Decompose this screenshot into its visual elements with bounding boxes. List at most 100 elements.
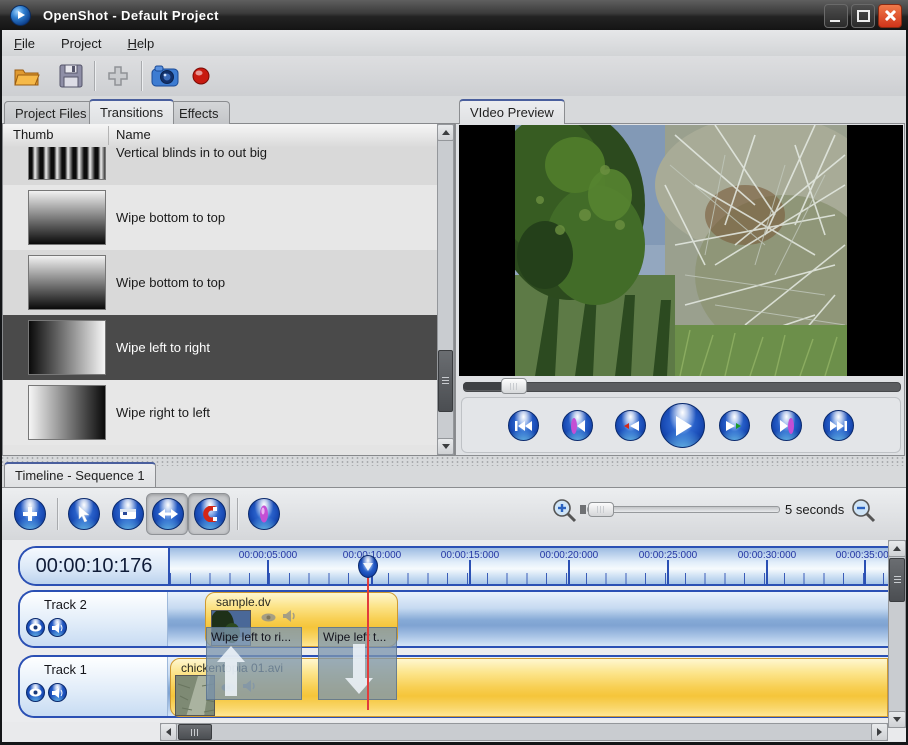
add-track-button[interactable] — [14, 498, 46, 530]
close-button[interactable] — [878, 4, 902, 28]
video-still-image — [515, 125, 847, 376]
add-file-icon — [106, 64, 130, 88]
ruler-scale[interactable]: 00:00:05:000 00:00:10:000 00:00:15:000 0… — [170, 548, 888, 584]
ruler-minor-ticks — [170, 573, 888, 584]
track-2[interactable]: Track 2 — [18, 590, 888, 648]
timeline-transition-2[interactable]: Wipe left t... — [318, 627, 397, 700]
timeline-ruler[interactable]: 00:00:10:176 00:00:05:000 00:00:10:000 0… — [18, 546, 888, 586]
track-1-visibility-button[interactable] — [26, 683, 45, 702]
transition-row-selected[interactable]: Wipe left to right — [3, 315, 437, 380]
column-thumb[interactable]: Thumb — [13, 127, 53, 142]
play-button[interactable] — [660, 403, 705, 448]
timeline-toolbar: 5 seconds — [2, 488, 906, 541]
menu-help[interactable]: Help — [127, 36, 154, 51]
maximize-button[interactable] — [851, 4, 875, 28]
capture-screenshot-button[interactable] — [150, 61, 180, 91]
fast-forward-button[interactable] — [719, 410, 750, 441]
add-file-button[interactable] — [103, 61, 133, 91]
wipe-bottom-to-top-thumb — [28, 255, 106, 310]
snap-magnet-icon — [202, 506, 218, 522]
transition-2-label: Wipe left t... — [323, 630, 386, 644]
transition-1-label: Wipe left to ri... — [211, 630, 291, 644]
tab-video-preview[interactable]: VIdeo Preview — [459, 99, 565, 124]
save-project-icon — [59, 64, 83, 88]
snap-magnet-button[interactable] — [194, 498, 226, 530]
grip-icon — [894, 576, 901, 585]
seek-handle[interactable] — [501, 378, 527, 394]
ruler-major-tick — [267, 560, 269, 584]
rewind-button[interactable] — [615, 410, 646, 441]
list-scroll-down[interactable] — [437, 438, 454, 455]
add-track-icon — [22, 506, 38, 522]
tab-timeline[interactable]: Timeline - Sequence 1 — [4, 462, 156, 487]
timeline-scroll-down[interactable] — [888, 711, 906, 728]
capture-screenshot-icon — [151, 65, 179, 87]
arrow-up-icon — [217, 646, 245, 696]
skip-to-start-button[interactable] — [508, 410, 539, 441]
zoom-slider-min-stop — [580, 505, 586, 514]
track-1-audio-button[interactable] — [48, 683, 67, 702]
track-2-visibility-button[interactable] — [26, 618, 45, 637]
save-project-button[interactable] — [56, 61, 86, 91]
list-scroll-thumb[interactable] — [438, 350, 453, 412]
timeline-canvas[interactable]: 00:00:10:176 00:00:05:000 00:00:10:000 0… — [2, 540, 888, 722]
track-2-audio-button[interactable] — [48, 618, 67, 637]
playhead-line — [367, 562, 369, 710]
menu-file[interactable]: File — [14, 36, 35, 51]
column-separator[interactable] — [108, 126, 109, 145]
previous-marker-button[interactable] — [562, 410, 593, 441]
open-project-button[interactable] — [12, 61, 42, 91]
timeline-scroll-left[interactable] — [160, 723, 177, 741]
speaker-icon[interactable] — [282, 609, 296, 623]
toolbar-separator — [141, 61, 142, 91]
eye-icon[interactable] — [261, 613, 276, 622]
ruler-major-tick — [864, 560, 866, 584]
tab-project-files[interactable]: Project Files — [4, 101, 98, 124]
grip-icon — [597, 506, 606, 513]
add-marker-icon — [258, 505, 270, 523]
record-button[interactable] — [186, 61, 216, 91]
select-tool-button[interactable] — [68, 498, 100, 530]
zoom-slider-handle[interactable] — [588, 502, 614, 517]
chevron-down-icon — [893, 717, 901, 722]
timeline-hscroll-thumb[interactable] — [178, 724, 212, 740]
razor-tool-button[interactable] — [112, 498, 144, 530]
column-name[interactable]: Name — [116, 127, 151, 142]
video-preview-panel — [455, 123, 905, 456]
tab-effects-label: Effects — [179, 106, 219, 121]
openshot-window: OpenShot - Default Project File Project … — [0, 0, 908, 745]
tab-effects[interactable]: Effects — [168, 101, 230, 124]
add-marker-button[interactable] — [248, 498, 280, 530]
razor-tool-icon — [119, 507, 137, 521]
timeline-scroll-up[interactable] — [888, 540, 906, 557]
tab-transitions[interactable]: Transitions — [89, 99, 174, 124]
transition-row[interactable]: Vertical blinds in to out big — [3, 147, 437, 185]
app-logo-icon — [10, 5, 31, 26]
grip-icon — [191, 729, 200, 736]
timeline-scroll-right[interactable] — [871, 723, 888, 741]
list-scroll-up[interactable] — [437, 124, 454, 141]
transition-row[interactable]: Wipe right to left — [3, 380, 437, 445]
timeline-transition-1[interactable]: Wipe left to ri... — [206, 627, 302, 700]
chevron-up-icon — [442, 130, 450, 135]
grip-icon — [510, 383, 519, 390]
timeline-vscroll-thumb[interactable] — [889, 558, 905, 602]
zoom-out-button[interactable] — [850, 497, 876, 523]
next-marker-button[interactable] — [771, 410, 802, 441]
menu-project[interactable]: Project — [61, 36, 101, 51]
zoom-in-button[interactable] — [551, 497, 577, 523]
timeline-hscrollbar[interactable] — [160, 723, 888, 741]
tab-video-preview-label: VIdeo Preview — [470, 105, 554, 120]
ruler-major-tick — [667, 560, 669, 584]
seek-bar[interactable] — [463, 382, 901, 392]
skip-to-end-button[interactable] — [823, 410, 854, 441]
select-tool-icon — [77, 506, 91, 522]
transition-row[interactable]: Wipe bottom to top — [3, 185, 437, 250]
resize-tool-button[interactable] — [152, 498, 184, 530]
zoom-value-label: 5 seconds — [785, 502, 844, 517]
zoom-slider[interactable] — [587, 506, 780, 513]
timeline-panel: 5 seconds 00:00:10:176 00:00:05:000 00:0… — [2, 487, 906, 743]
transition-row[interactable]: Wipe bottom to top — [3, 250, 437, 315]
next-marker-icon — [779, 418, 795, 434]
minimize-button[interactable] — [824, 4, 848, 28]
